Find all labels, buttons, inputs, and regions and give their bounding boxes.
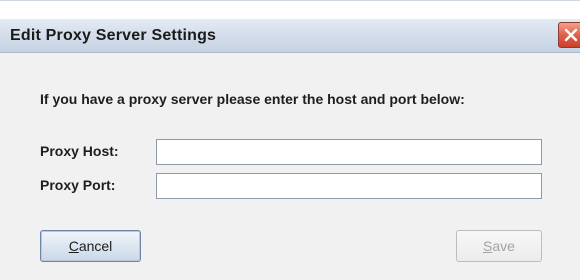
save-mnemonic: S [483, 238, 493, 254]
proxy-host-input[interactable] [156, 139, 542, 165]
proxy-port-label: Proxy Port: [40, 177, 116, 193]
proxy-settings-dialog: Edit Proxy Server Settings If you have a… [0, 0, 580, 280]
save-label-rest: ave [492, 238, 515, 254]
proxy-host-label: Proxy Host: [40, 143, 119, 159]
cancel-mnemonic: C [68, 238, 79, 254]
cancel-button[interactable]: Cancel [40, 230, 141, 262]
instruction-text: If you have a proxy server please enter … [40, 91, 465, 107]
dialog-body: If you have a proxy server please enter … [0, 53, 580, 280]
cancel-label-rest: ancel [78, 238, 113, 254]
close-button[interactable] [558, 22, 580, 48]
title-bar[interactable]: Edit Proxy Server Settings [0, 19, 580, 53]
close-x-icon [564, 28, 578, 42]
save-button[interactable]: Save [456, 230, 542, 262]
window-title: Edit Proxy Server Settings [10, 27, 217, 44]
window-top-edge [0, 1, 580, 19]
proxy-port-input[interactable] [156, 173, 542, 199]
